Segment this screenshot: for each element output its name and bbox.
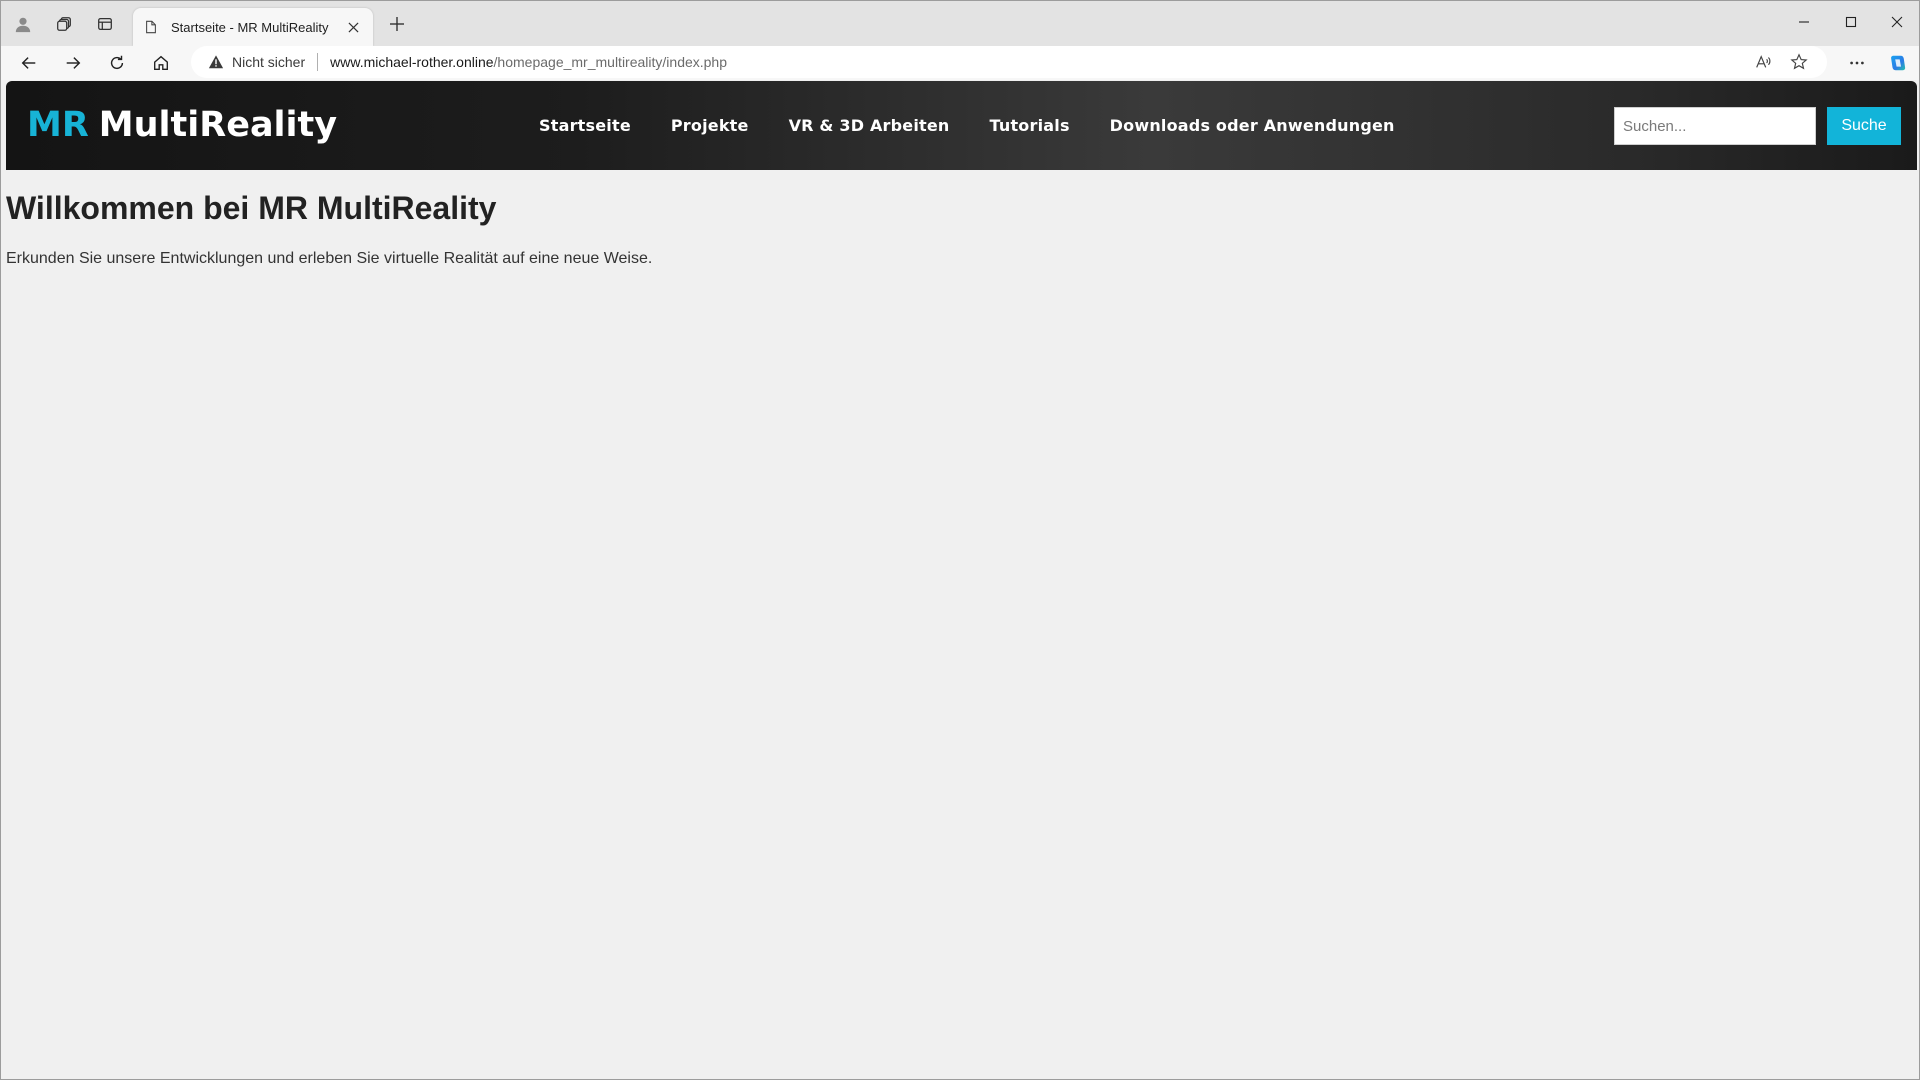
nav-item-projekte[interactable]: Projekte xyxy=(671,116,749,135)
tab-strip: Startseite - MR MultiReality xyxy=(1,1,1919,46)
nav-item-downloads[interactable]: Downloads oder Anwendungen xyxy=(1110,116,1395,135)
tab-title: Startseite - MR MultiReality xyxy=(171,19,329,35)
site-logo[interactable]: MR MultiReality xyxy=(27,104,337,146)
forward-button[interactable] xyxy=(57,48,89,78)
tab-active[interactable]: Startseite - MR MultiReality xyxy=(133,8,373,46)
main-nav: Startseite Projekte VR & 3D Arbeiten Tut… xyxy=(539,81,1435,170)
logo-name: MultiReality xyxy=(98,105,338,145)
star-icon xyxy=(1790,53,1808,70)
close-window-icon xyxy=(1891,16,1903,28)
reload-icon xyxy=(110,55,124,70)
nav-item-vr-3d-arbeiten[interactable]: VR & 3D Arbeiten xyxy=(789,116,950,135)
security-label[interactable]: Nicht sicher xyxy=(232,54,305,70)
more-menu-button[interactable] xyxy=(1841,48,1873,78)
profile-button[interactable] xyxy=(7,9,39,39)
back-arrow-icon xyxy=(21,57,36,69)
home-button[interactable] xyxy=(145,48,177,78)
logo-mark: MR xyxy=(27,105,89,145)
copilot-icon xyxy=(1891,55,1906,71)
browser-toolbar: Nicht sicher www.michael-rother.online /… xyxy=(1,46,1919,80)
maximize-button[interactable] xyxy=(1828,1,1874,43)
profile-icon xyxy=(15,17,31,33)
vertical-tabs-icon xyxy=(98,17,112,31)
workspaces-button[interactable] xyxy=(48,9,80,39)
nav-item-startseite[interactable]: Startseite xyxy=(539,116,631,135)
reload-button[interactable] xyxy=(101,48,133,78)
close-window-button[interactable] xyxy=(1874,1,1920,43)
vertical-tabs-button[interactable] xyxy=(89,9,121,39)
maximize-icon xyxy=(1845,16,1857,28)
site-header: MR MultiReality Startseite Projekte VR & … xyxy=(6,81,1917,170)
search-button[interactable]: Suche xyxy=(1827,107,1901,145)
home-icon xyxy=(154,55,168,70)
page-title: Willkommen bei MR MultiReality xyxy=(6,190,497,226)
favorite-button[interactable] xyxy=(1784,48,1814,76)
page-icon xyxy=(143,19,159,35)
close-tab-button[interactable] xyxy=(343,17,363,37)
new-tab-button[interactable] xyxy=(381,9,413,39)
url-host: www.michael-rother.online xyxy=(330,54,494,70)
forward-arrow-icon xyxy=(66,57,81,69)
url-path: /homepage_mr_multireality/index.php xyxy=(493,54,728,70)
read-aloud-icon xyxy=(1756,55,1771,68)
workspaces-icon xyxy=(57,17,71,31)
search-input[interactable] xyxy=(1614,107,1816,145)
plus-icon xyxy=(390,17,404,31)
nav-item-tutorials[interactable]: Tutorials xyxy=(990,116,1070,135)
back-button[interactable] xyxy=(13,48,45,78)
more-icon xyxy=(1850,61,1864,65)
minimize-button[interactable] xyxy=(1781,1,1827,43)
page-intro-text: Erkunden Sie unsere Entwicklungen und er… xyxy=(6,250,653,267)
address-bar[interactable]: Nicht sicher www.michael-rother.online /… xyxy=(191,46,1827,78)
warning-icon[interactable] xyxy=(207,53,225,71)
read-aloud-button[interactable] xyxy=(1748,48,1778,76)
browser-window: Startseite - MR MultiReality Nicht siche… xyxy=(0,0,1920,1080)
address-separator xyxy=(317,53,319,71)
close-icon xyxy=(347,21,359,33)
copilot-button[interactable] xyxy=(1881,48,1913,78)
minimize-icon xyxy=(1799,21,1809,23)
web-page: MR MultiReality Startseite Projekte VR & … xyxy=(1,80,1919,1079)
